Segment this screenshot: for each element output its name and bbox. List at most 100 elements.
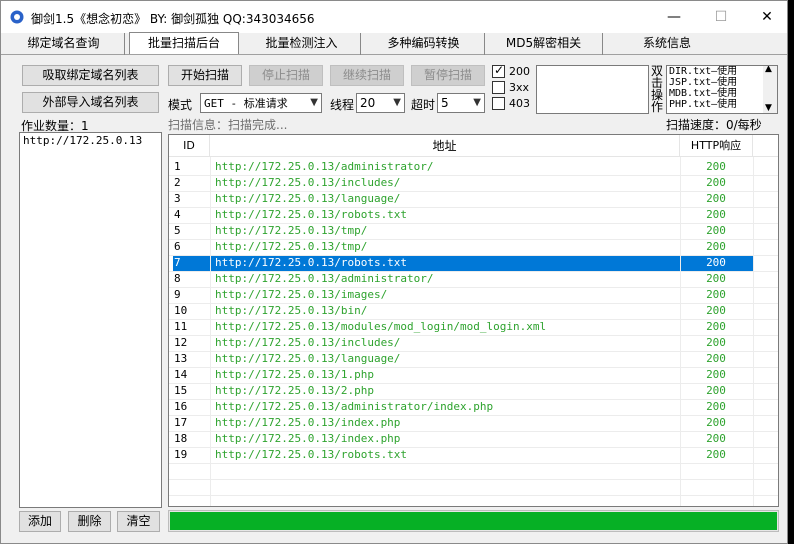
cell-id: 1 xyxy=(174,160,181,173)
resume-scan-button[interactable]: 继续扫描 xyxy=(330,65,404,86)
scroll-up-icon[interactable]: ▲ xyxy=(765,66,772,74)
mode-label: 模式 xyxy=(168,98,193,112)
column-divider xyxy=(210,157,211,506)
tab-system-info[interactable]: 系统信息 xyxy=(605,33,729,55)
cell-url: http://172.25.0.13/index.php xyxy=(215,432,401,445)
cell-code: 200 xyxy=(706,400,726,413)
checkbox-200[interactable] xyxy=(492,63,505,78)
fetch-bound-domains-button[interactable]: 吸取绑定域名列表 xyxy=(22,65,159,86)
table-row[interactable]: 11 http://172.25.0.13/modules/mod_login/m… xyxy=(169,319,753,335)
dictionary-item[interactable]: MDB.txt—使用 xyxy=(669,88,737,99)
cell-code: 200 xyxy=(706,448,726,461)
stop-scan-button[interactable]: 停止扫描 xyxy=(249,65,323,86)
threads-value: 20 xyxy=(360,96,376,110)
cell-code: 200 xyxy=(706,352,726,365)
cell-code: 200 xyxy=(706,320,726,333)
cell-id: 4 xyxy=(174,208,181,221)
cell-id: 12 xyxy=(174,336,188,349)
header-url[interactable]: 地址 xyxy=(210,135,680,157)
table-row[interactable]: 1 http://172.25.0.13/administrator/200 xyxy=(169,159,753,175)
timeout-select[interactable]: 5 ▼ xyxy=(437,93,485,113)
target-list[interactable]: http://172.25.0.13 xyxy=(19,132,162,508)
cell-code: 200 xyxy=(706,240,726,253)
table-row[interactable]: 5 http://172.25.0.13/tmp/200 xyxy=(169,223,753,239)
column-divider xyxy=(753,157,754,506)
cell-id: 6 xyxy=(174,240,181,253)
results-table[interactable]: ID 地址 HTTP响应 1 http://172.25.0.13/adminis… xyxy=(168,134,779,507)
notes-box[interactable] xyxy=(536,65,649,114)
row-divider xyxy=(169,255,778,256)
tab-encoding[interactable]: 多种编码转换 xyxy=(363,33,485,55)
row-divider xyxy=(169,175,778,176)
double-click-hint: 双 击 操 作 xyxy=(651,65,665,113)
cell-url: http://172.25.0.13/tmp/ xyxy=(215,240,368,253)
dictionary-scrollbar[interactable]: ▲ ▼ xyxy=(763,66,777,113)
mode-select[interactable]: GET - 标准请求 ▼ xyxy=(200,93,322,113)
scan-progress-bar xyxy=(168,510,779,532)
window-title: 御剑1.5《想念初恋》 BY: 御剑孤独 QQ:343034656 xyxy=(31,12,315,26)
table-row[interactable]: 4 http://172.25.0.13/robots.txt 200 xyxy=(169,207,753,223)
clear-button[interactable]: 清空 xyxy=(117,511,160,532)
tab-bound-domain-query[interactable]: 绑定域名查询 xyxy=(3,33,125,55)
table-row[interactable]: 19 http://172.25.0.13/robots.txt 200 xyxy=(169,447,753,463)
row-divider xyxy=(169,399,778,400)
row-divider xyxy=(169,479,778,480)
cell-id: 15 xyxy=(174,384,188,397)
checkbox-403-label: 403 xyxy=(509,97,530,110)
cell-id: 10 xyxy=(174,304,188,317)
table-row[interactable]: 12 http://172.25.0.13/includes/200 xyxy=(169,335,753,351)
cell-url: http://172.25.0.13/2.php xyxy=(215,384,374,397)
start-scan-button[interactable]: 开始扫描 xyxy=(168,65,242,86)
tab-batch-scan-admin[interactable]: 批量扫描后台 xyxy=(129,32,239,54)
table-row[interactable]: 18 http://172.25.0.13/index.php 200 xyxy=(169,431,753,447)
maximize-icon: ☐ xyxy=(714,9,728,25)
cell-id: 18 xyxy=(174,432,188,445)
minimize-button[interactable]: — xyxy=(651,1,697,33)
threads-select[interactable]: 20 ▼ xyxy=(356,93,405,113)
table-row[interactable]: 10 http://172.25.0.13/bin/200 xyxy=(169,303,753,319)
cell-code: 200 xyxy=(706,336,726,349)
table-row[interactable]: 6 http://172.25.0.13/tmp/200 xyxy=(169,239,753,255)
threads-label: 线程 xyxy=(330,98,355,112)
close-button[interactable]: ✕ xyxy=(744,1,790,33)
table-header: ID 地址 HTTP响应 xyxy=(169,135,778,157)
title-bar[interactable]: 御剑1.5《想念初恋》 BY: 御剑孤独 QQ:343034656 — ☐ ✕ xyxy=(1,1,787,33)
delete-button[interactable]: 删除 xyxy=(68,511,111,532)
hint-char: 作 xyxy=(651,100,664,114)
checkbox-403[interactable] xyxy=(492,97,505,110)
table-row[interactable]: 17 http://172.25.0.13/index.php 200 xyxy=(169,415,753,431)
checkbox-3xx[interactable] xyxy=(492,81,505,94)
maximize-button[interactable]: ☐ xyxy=(698,1,744,33)
dictionary-item[interactable]: PHP.txt—使用 xyxy=(669,99,737,110)
dictionary-item[interactable]: JSP.txt—使用 xyxy=(669,77,737,88)
add-button[interactable]: 添加 xyxy=(19,511,61,532)
table-row[interactable]: 9 http://172.25.0.13/images/200 xyxy=(169,287,753,303)
table-row[interactable]: 16 http://172.25.0.13/administrator/index… xyxy=(169,399,753,415)
tab-md5[interactable]: MD5解密相关 xyxy=(485,33,603,55)
table-row[interactable]: 2 http://172.25.0.13/includes/200 xyxy=(169,175,753,191)
header-id[interactable]: ID xyxy=(169,135,210,157)
cell-url: http://172.25.0.13/administrator/ xyxy=(215,272,434,285)
target-list-item[interactable]: http://172.25.0.13 xyxy=(23,134,142,147)
table-row[interactable]: 3 http://172.25.0.13/language/200 xyxy=(169,191,753,207)
cell-url: http://172.25.0.13/language/ xyxy=(215,192,401,205)
cell-url: http://172.25.0.13/administrator/ xyxy=(215,160,434,173)
table-row[interactable]: 13 http://172.25.0.13/language/200 xyxy=(169,351,753,367)
scan-info: 扫描信息：扫描完成... xyxy=(168,118,288,132)
scroll-down-icon[interactable]: ▼ xyxy=(765,103,772,113)
mode-value: GET - 标准请求 xyxy=(204,97,288,110)
dictionary-list[interactable]: DIR.txt—使用 JSP.txt—使用 MDB.txt—使用 PHP.txt… xyxy=(666,65,778,114)
dictionary-item[interactable]: DIR.txt—使用 xyxy=(669,66,737,77)
pause-scan-button[interactable]: 暂停扫描 xyxy=(411,65,485,86)
table-row[interactable]: 15 http://172.25.0.13/2.php 200 xyxy=(169,383,753,399)
cell-code: 200 xyxy=(706,416,726,429)
table-row[interactable]: 14 http://172.25.0.13/1.php 200 xyxy=(169,367,753,383)
table-row[interactable]: 7 http://172.25.0.13/robots.txt 200 xyxy=(173,255,753,271)
import-domains-button[interactable]: 外部导入域名列表 xyxy=(22,92,159,113)
header-code[interactable]: HTTP响应 xyxy=(680,135,753,157)
tab-batch-injection[interactable]: 批量检测注入 xyxy=(243,33,361,55)
table-row[interactable]: 8 http://172.25.0.13/administrator/200 xyxy=(169,271,753,287)
cell-url: http://172.25.0.13/robots.txt xyxy=(215,256,408,269)
cell-id: 7 xyxy=(174,256,181,269)
cell-id: 17 xyxy=(174,416,188,429)
